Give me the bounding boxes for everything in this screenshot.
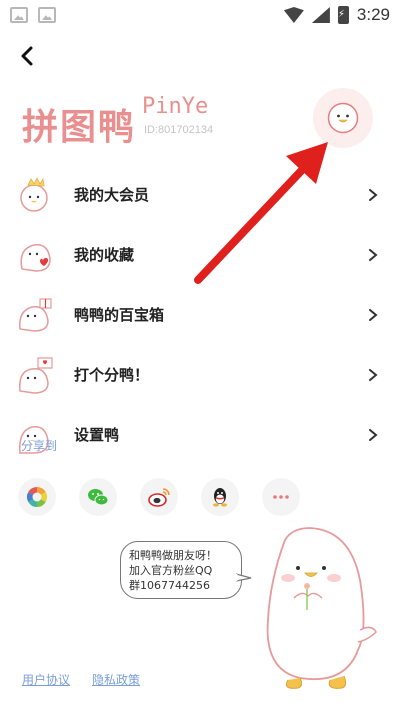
menu-label-vip: 我的大会员 — [74, 186, 150, 204]
bubble-line: 群1067744256 — [129, 579, 210, 592]
chevron-right-icon — [369, 369, 378, 381]
bubble-line: 加入官方粉丝QQ — [129, 564, 213, 577]
menu-item-rate[interactable]: 打个分鸭！ — [0, 345, 400, 405]
wifi-icon — [283, 7, 304, 23]
share-row — [18, 478, 300, 516]
weibo-icon — [148, 488, 170, 507]
menu-label-rate: 打个分鸭！ — [74, 366, 150, 384]
share-qq-button[interactable] — [201, 478, 239, 516]
share-more-button[interactable] — [262, 478, 300, 516]
rating-duck-icon — [19, 357, 53, 394]
menu-item-treasure-box[interactable]: 鸭鸭的百宝箱 — [0, 285, 400, 345]
chevron-right-icon — [369, 429, 378, 441]
privacy-policy-link[interactable]: 隐私政策 — [92, 671, 140, 688]
avatar-button[interactable] — [313, 88, 373, 148]
menu-item-settings[interactable]: 设置鸭 — [0, 405, 400, 465]
image-icon — [38, 7, 56, 23]
signal-icon — [311, 7, 330, 23]
share-wechat-button[interactable] — [79, 478, 117, 516]
user-agreement-link[interactable]: 用户协议 — [22, 671, 70, 688]
chevron-right-icon — [369, 249, 378, 261]
menu-item-favorites[interactable]: 我的收藏 — [0, 225, 400, 285]
menu-list: 我的大会员 我的收藏 鸭鸭的百宝箱 打个分鸭！ 设置鸭 — [0, 165, 400, 465]
more-icon — [273, 495, 289, 499]
chevron-right-icon — [369, 309, 378, 321]
speech-bubble: 和鸭鸭做朋友呀！ 加入官方粉丝QQ 群1067744256 — [120, 541, 242, 599]
qq-icon — [213, 488, 227, 507]
crown-duck-icon — [20, 177, 48, 212]
menu-label-favorites: 我的收藏 — [74, 246, 135, 264]
share-weibo-button[interactable] — [140, 478, 178, 516]
wechat-icon — [88, 489, 109, 506]
menu-label-treasure-box: 鸭鸭的百宝箱 — [74, 306, 165, 324]
share-label: 分享到 — [21, 439, 58, 453]
moments-icon — [26, 486, 48, 508]
share-moments-button[interactable] — [18, 478, 56, 516]
back-button[interactable] — [16, 44, 40, 68]
gift-duck-icon — [19, 298, 52, 332]
menu-label-settings: 设置鸭 — [74, 426, 120, 444]
gallery-icon — [10, 7, 28, 23]
menu-item-vip[interactable]: 我的大会员 — [0, 165, 400, 225]
app-logo-latin: PinYe — [142, 94, 209, 119]
chevron-right-icon — [369, 189, 378, 201]
bubble-line: 和鸭鸭做朋友呀！ — [129, 549, 217, 562]
avatar — [327, 102, 359, 134]
duck-mascot-illustration — [266, 527, 377, 689]
status-time: 3:29 — [356, 5, 390, 24]
footer-links: 用户协议 隐私政策 — [22, 671, 140, 688]
app-logo-text: 拼图鸭 — [22, 107, 137, 148]
status-bar: 3:29 — [0, 0, 400, 30]
battery-charging-icon — [337, 6, 349, 24]
status-right: 3:29 — [283, 5, 390, 25]
heart-duck-icon — [20, 244, 51, 272]
user-id: ID:801702134 — [144, 124, 214, 136]
status-left — [10, 7, 56, 23]
chevron-left-icon — [21, 46, 33, 66]
